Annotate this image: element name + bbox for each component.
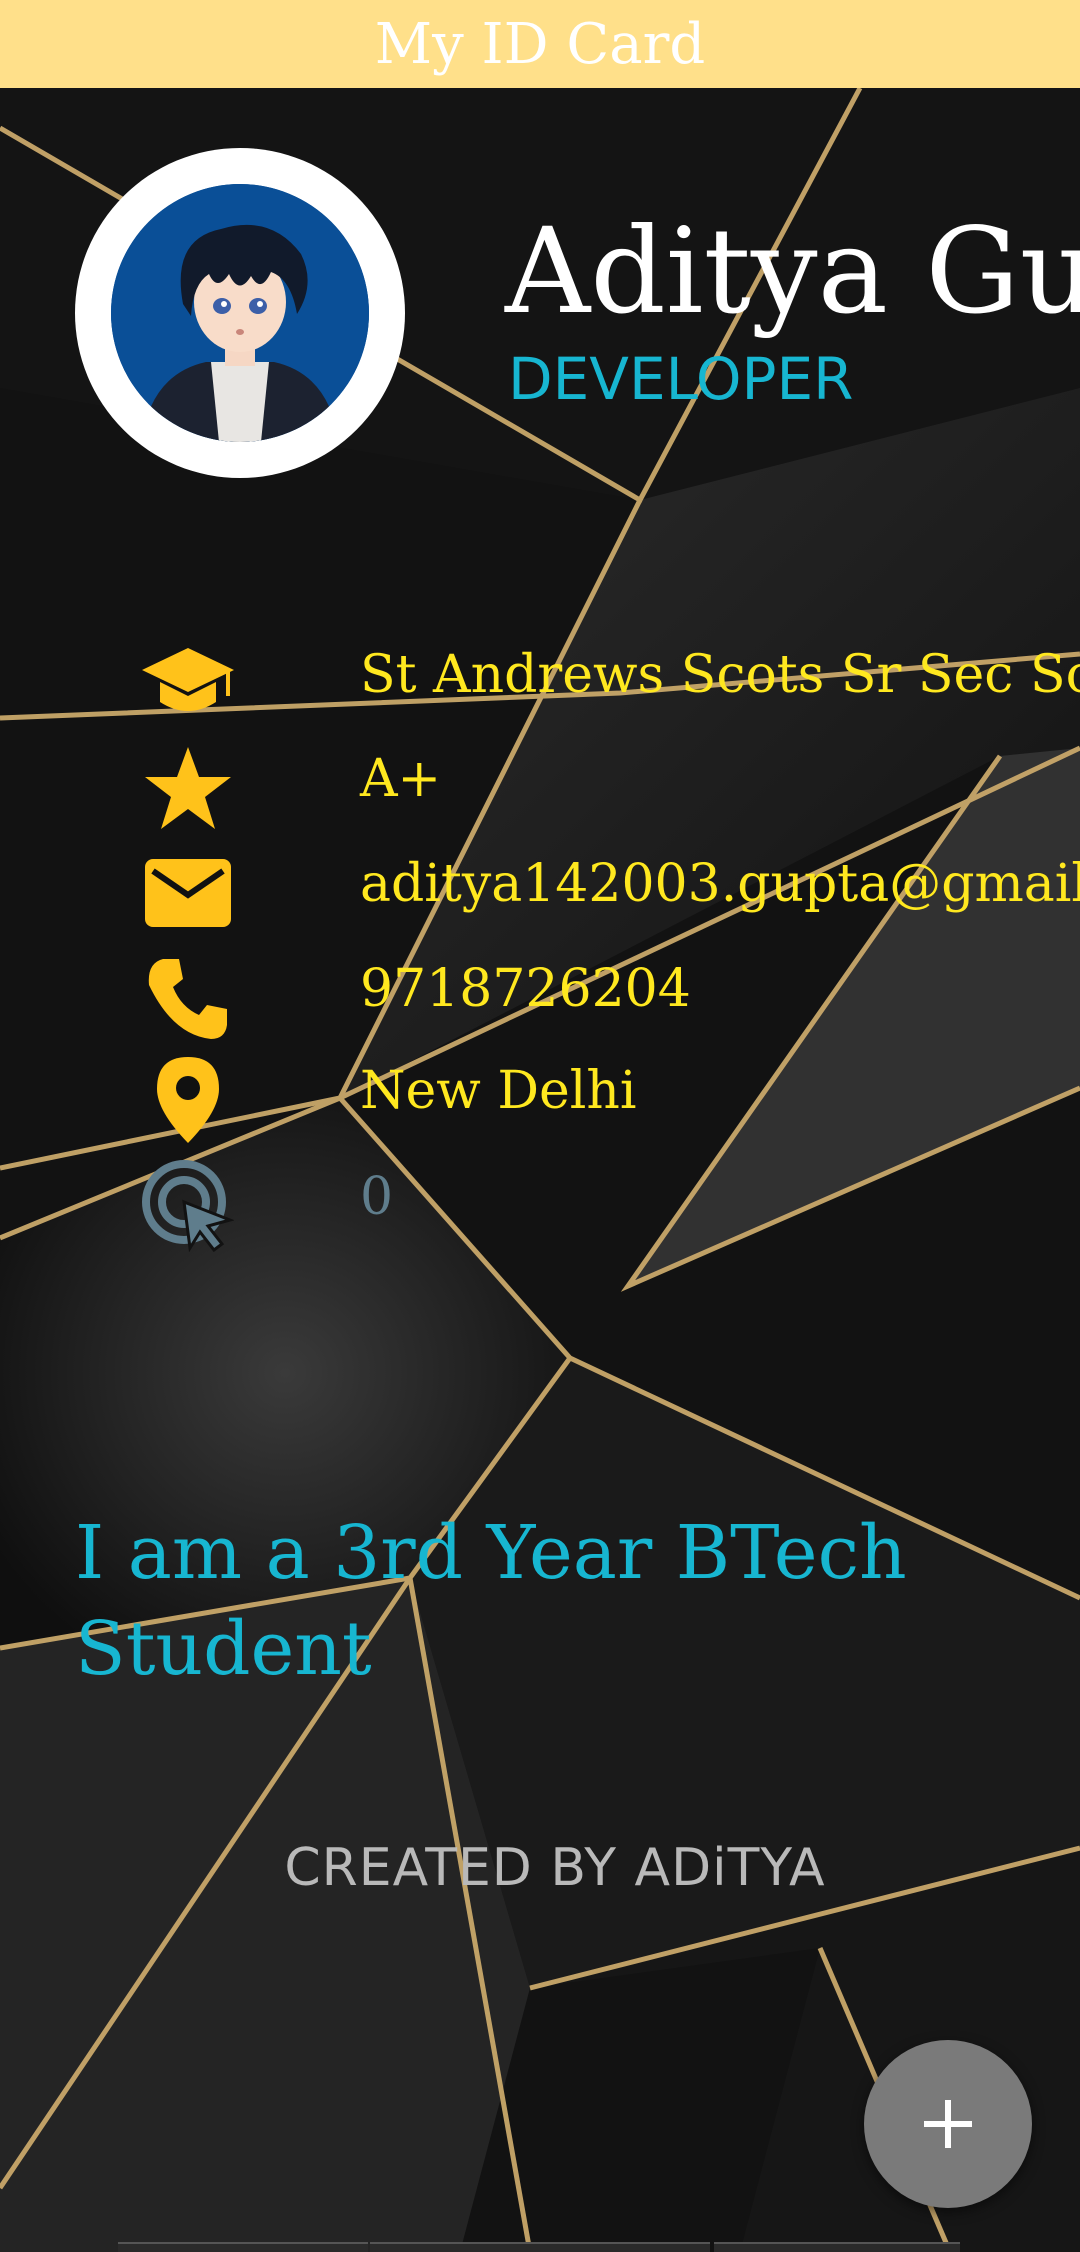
plus-icon xyxy=(924,2100,972,2148)
info-row-phone: 9718726204 xyxy=(0,950,1080,1040)
bottom-nav-segment xyxy=(118,2242,368,2252)
cursor-click-icon[interactable] xyxy=(140,1158,236,1254)
info-text-email[interactable]: aditya142003.gupta@gmail.com xyxy=(360,853,1080,915)
credit-text: CREATED BY ADiTYA xyxy=(284,1838,826,1898)
avatar-ring xyxy=(75,148,405,478)
info-row-clicks: 0 xyxy=(0,1158,1080,1252)
about-text: I am a 3rd Year BTech Student xyxy=(75,1510,907,1692)
info-row-school: St Andrews Scots Sr Sec School xyxy=(0,636,1080,726)
phone-icon[interactable] xyxy=(140,950,236,1046)
location-pin-icon xyxy=(140,1052,236,1148)
info-text-school: St Andrews Scots Sr Sec School xyxy=(360,645,1080,705)
add-fab-button[interactable] xyxy=(864,2040,1032,2208)
info-row-grade: A+ xyxy=(0,740,1080,830)
info-text-phone[interactable]: 9718726204 xyxy=(360,958,691,1020)
star-icon xyxy=(140,740,236,836)
bottom-nav-segment xyxy=(370,2242,710,2252)
id-card-screen: My ID Card Aditya Gu DEVELOPER St Andrew… xyxy=(0,0,1080,2252)
anime-avatar-image xyxy=(111,184,369,442)
bottom-nav-segment xyxy=(714,2242,960,2252)
app-title: My ID Card xyxy=(374,11,706,77)
info-text-location: New Delhi xyxy=(360,1061,637,1121)
graduation-cap-icon xyxy=(140,636,236,732)
avatar xyxy=(111,184,369,442)
info-row-email: aditya142003.gupta@gmail.com xyxy=(0,845,1080,935)
profile-name: Aditya Gupta xyxy=(505,202,1080,340)
email-icon[interactable] xyxy=(140,845,236,941)
app-bar: My ID Card xyxy=(0,0,1080,88)
info-text-grade: A+ xyxy=(360,749,442,809)
profile-role: DEVELOPER xyxy=(508,345,854,413)
info-row-location: New Delhi xyxy=(0,1052,1080,1143)
info-text-clicks: 0 xyxy=(360,1167,394,1227)
